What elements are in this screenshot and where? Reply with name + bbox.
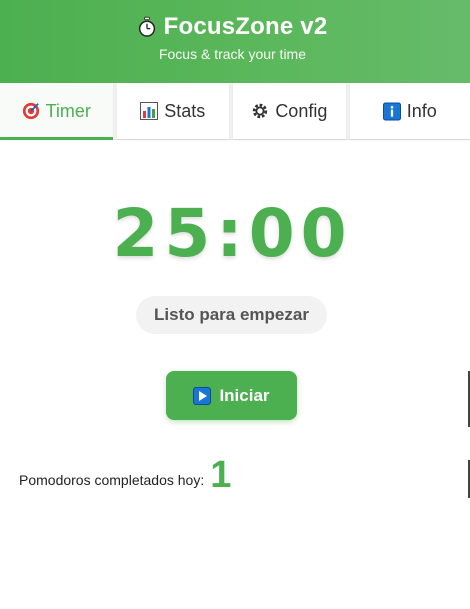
target-icon (22, 102, 40, 120)
start-button[interactable]: Iniciar (166, 371, 297, 420)
tab-stats[interactable]: Stats (116, 83, 230, 139)
app-header: FocusZone v2 Focus & track your time (0, 0, 470, 83)
stopwatch-icon (138, 16, 156, 37)
completed-count: 1 (210, 454, 232, 496)
app-title: FocusZone v2 (163, 13, 328, 40)
tab-info-label: Info (406, 100, 437, 121)
play-icon (193, 386, 212, 405)
status-badge: Listo para empezar (136, 296, 327, 334)
tab-config-label: Config (275, 100, 328, 121)
app-subtitle: Focus & track your time (158, 46, 307, 62)
tab-timer[interactable]: Timer (0, 83, 113, 140)
gear-icon (251, 102, 269, 120)
tab-bar: Timer Stats Config Info (0, 83, 470, 140)
start-button-label: Iniciar (219, 385, 270, 405)
timer-display: 25:00 (112, 195, 353, 272)
completed-pomodoros: Pomodoros completados hoy: 1 (19, 456, 231, 494)
info-icon (382, 102, 401, 120)
tab-stats-label: Stats (164, 100, 206, 121)
tab-timer-label: Timer (45, 100, 91, 121)
tab-config[interactable]: Config (233, 83, 346, 139)
tab-info[interactable]: Info (349, 83, 470, 139)
title-row: FocusZone v2 (0, 13, 465, 41)
bar-chart-icon (140, 102, 159, 120)
completed-label: Pomodoros completados hoy: (19, 472, 205, 488)
